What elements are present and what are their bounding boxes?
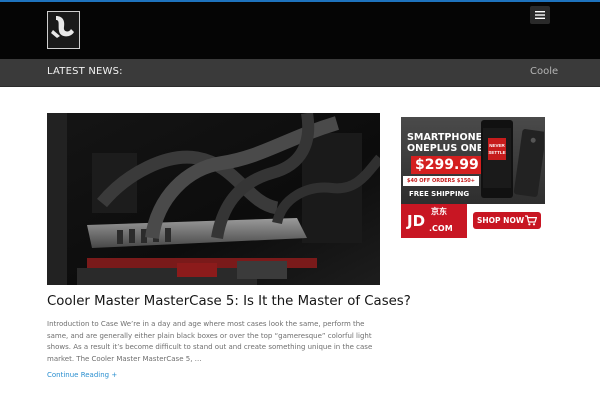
jd-logo: JD 京东 .COM xyxy=(401,204,467,238)
news-ticker-link[interactable]: Coole xyxy=(530,66,558,77)
shop-now-label: SHOP NOW xyxy=(477,216,525,225)
post-excerpt: Introduction to Case We’re in a day and … xyxy=(47,320,373,363)
cart-icon xyxy=(525,215,537,226)
ad-promo-panel: SMARTPHONE ONEPLUS ONE $299.99 $40 OFF O… xyxy=(401,117,545,204)
featured-image[interactable] xyxy=(47,113,380,285)
latest-news-bar: LATEST NEWS: Coole xyxy=(0,59,600,87)
jd-logo-suffix: .COM xyxy=(429,224,453,233)
smartphone-icon: NEVER SETTLE xyxy=(481,120,545,198)
menu-button[interactable] xyxy=(530,6,550,24)
ad-headline-2: ONEPLUS ONE xyxy=(407,143,484,154)
jd-logo-text: JD xyxy=(407,212,426,230)
hamburger-menu-icon xyxy=(535,11,545,19)
phone-screen-word-2: SETTLE xyxy=(488,150,505,155)
continue-reading-link[interactable]: Continue Reading + xyxy=(47,371,117,379)
shop-now-button[interactable]: SHOP NOW xyxy=(473,212,541,229)
ad-store-panel: JD 京东 .COM SHOP NOW xyxy=(401,204,545,238)
ad-headline-1: SMARTPHONE xyxy=(407,132,483,143)
jd-logo-chinese: 京东 xyxy=(431,207,447,216)
logo-icon xyxy=(47,11,80,49)
ad-price-tag: $299.99 xyxy=(411,156,483,174)
post-title-link[interactable]: Cooler Master MasterCase 5: Is It the Ma… xyxy=(47,294,411,309)
latest-news-label: LATEST NEWS: xyxy=(47,66,123,77)
ad-shipping-text: FREE SHIPPING xyxy=(409,190,470,198)
pc-build-photo xyxy=(47,113,380,285)
plus-icon: + xyxy=(111,371,118,379)
ad-offer-banner: $40 OFF ORDERS $150+ xyxy=(403,176,479,186)
phone-screen-word-1: NEVER xyxy=(489,143,505,148)
ad-phone-image: NEVER SETTLE xyxy=(478,118,545,206)
continue-reading-label: Continue Reading xyxy=(47,371,110,379)
site-logo[interactable] xyxy=(47,11,80,49)
site-header xyxy=(0,0,600,59)
jd-advertisement[interactable]: SMARTPHONE ONEPLUS ONE $299.99 $40 OFF O… xyxy=(401,117,545,238)
